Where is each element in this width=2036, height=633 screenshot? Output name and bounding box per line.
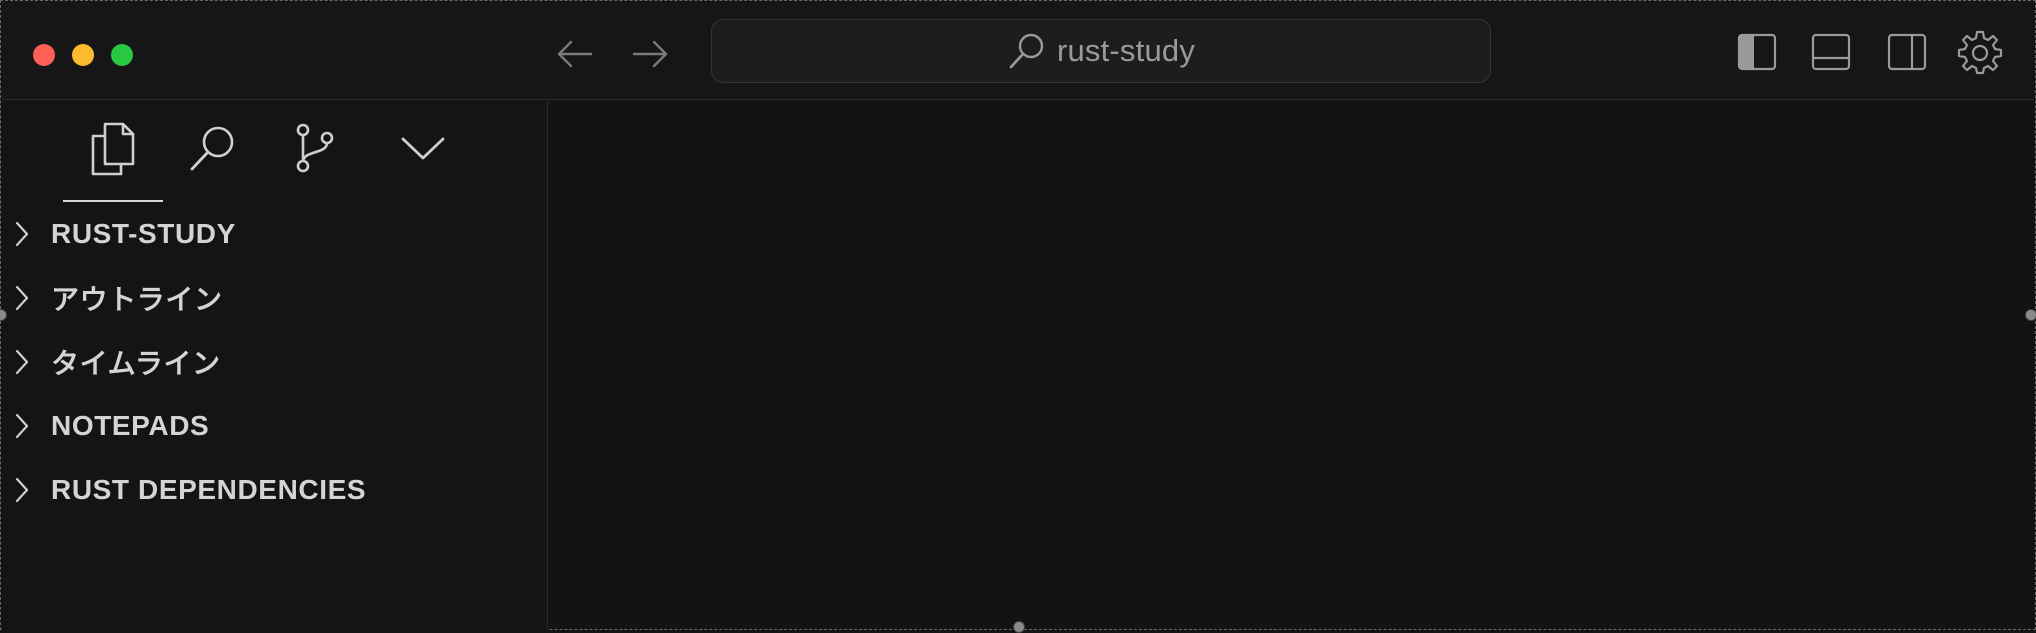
search-icon	[1009, 33, 1044, 69]
explorer-tab[interactable]	[78, 117, 148, 179]
sidebar: RUST-STUDY アウトライン タイムライン NOTEPADS RUST D…	[2, 101, 548, 630]
section-label: RUST DEPENDENCIES	[51, 474, 367, 505]
command-center-search[interactable]: rust-study	[711, 19, 1491, 83]
settings-button[interactable]	[1956, 28, 2004, 76]
section-label: タイムライン	[51, 348, 221, 379]
arrow-left-icon	[557, 40, 593, 68]
section-label: アウトライン	[51, 284, 223, 315]
section-rust-dependencies[interactable]: RUST DEPENDENCIES	[2, 462, 548, 518]
chevron-right-icon	[15, 411, 35, 441]
section-timeline[interactable]: タイムライン	[2, 334, 548, 390]
source-control-icon	[296, 123, 334, 173]
gear-icon	[1957, 30, 2003, 75]
minimize-window-button[interactable]	[72, 44, 94, 66]
files-icon	[91, 122, 135, 176]
chevron-right-icon	[15, 219, 35, 249]
arrow-right-icon	[632, 40, 668, 68]
workspace-name: rust-study	[1056, 33, 1196, 68]
chevron-down-icon	[401, 137, 445, 160]
title-bar: rust-study	[2, 2, 2034, 100]
close-window-button[interactable]	[33, 44, 55, 66]
resize-handle-bottom[interactable]	[1013, 621, 1025, 633]
back-button[interactable]	[553, 32, 597, 76]
resize-handle-right[interactable]	[2025, 309, 2036, 321]
toggle-primary-sidebar-button[interactable]	[1733, 28, 1781, 76]
activity-bar	[2, 101, 548, 203]
section-label: NOTEPADS	[51, 410, 210, 441]
section-outline[interactable]: アウトライン	[2, 270, 548, 326]
more-views-button[interactable]	[388, 117, 458, 179]
forward-button[interactable]	[628, 32, 672, 76]
section-notepads[interactable]: NOTEPADS	[2, 398, 548, 454]
chevron-right-icon	[15, 347, 35, 377]
active-tab-indicator	[63, 200, 163, 202]
toggle-panel-button[interactable]	[1807, 28, 1855, 76]
layout-panel-icon	[1811, 33, 1851, 71]
chevron-right-icon	[15, 475, 35, 505]
search-icon	[190, 126, 234, 171]
section-rust-study[interactable]: RUST-STUDY	[2, 206, 548, 262]
editor-area[interactable]	[549, 101, 2034, 628]
layout-sidebar-right-icon	[1887, 33, 1927, 71]
chevron-right-icon	[15, 283, 35, 313]
app-window: rust-study RUST-STUDY アウトライン タイムライン NOTE…	[0, 0, 2036, 633]
source-control-tab[interactable]	[280, 117, 350, 179]
zoom-window-button[interactable]	[111, 44, 133, 66]
section-label: RUST-STUDY	[51, 218, 236, 249]
toggle-secondary-sidebar-button[interactable]	[1883, 28, 1931, 76]
layout-sidebar-left-icon	[1737, 33, 1777, 71]
search-tab[interactable]	[178, 117, 248, 179]
